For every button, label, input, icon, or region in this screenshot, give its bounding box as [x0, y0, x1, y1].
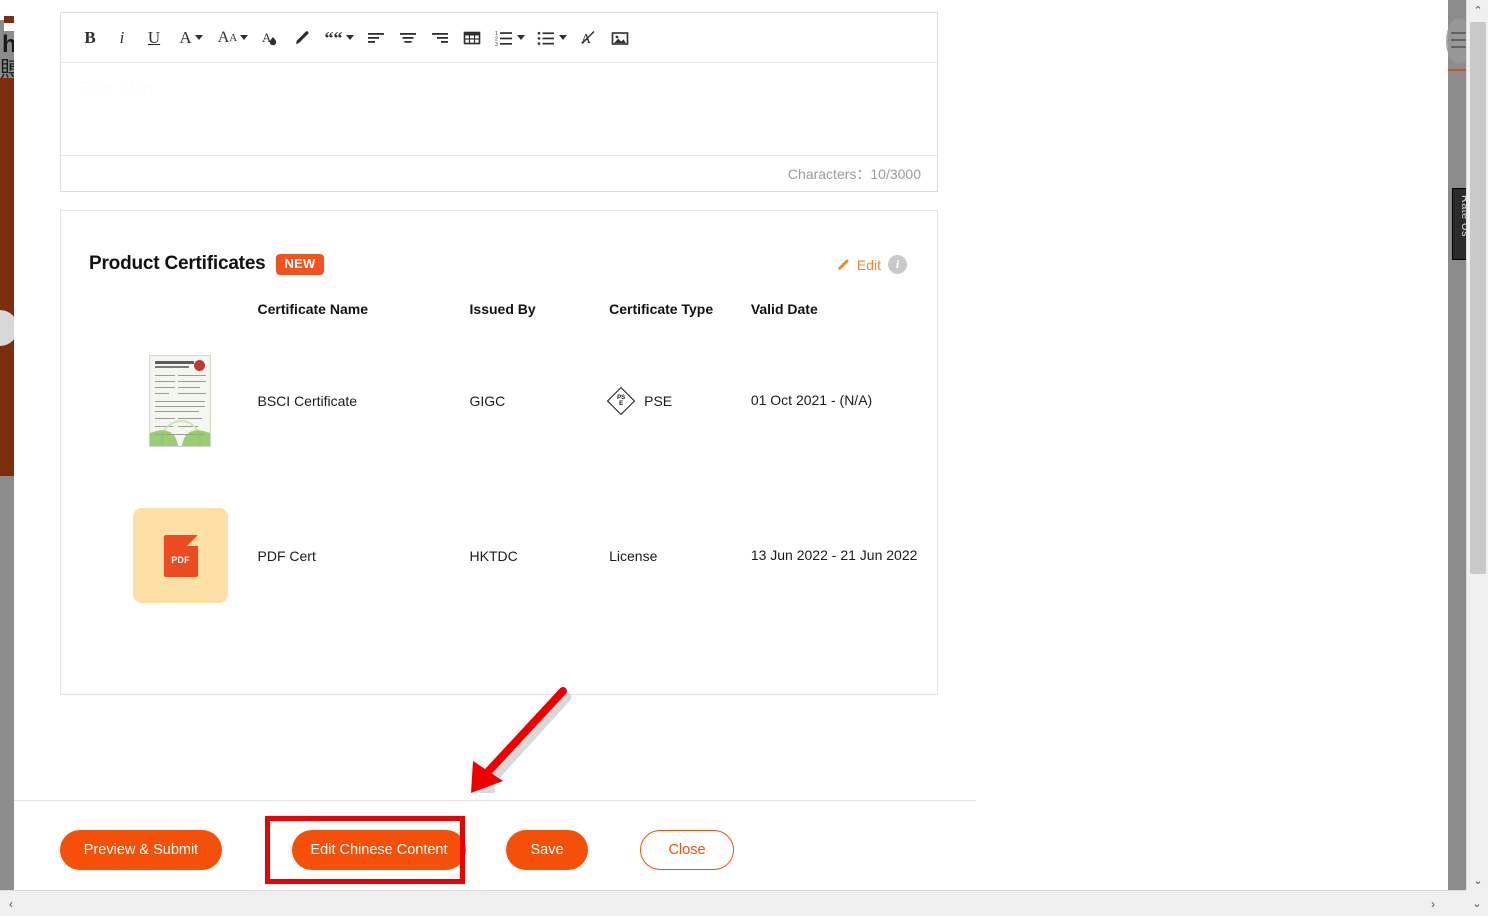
save-button[interactable]: Save — [506, 830, 588, 870]
edit-certificates-button[interactable]: Edit i — [837, 255, 907, 274]
table-row: PDF PDF Cert HKTDC License 13 Jun 2022 -… — [61, 478, 937, 633]
pdf-file-icon[interactable]: PDF — [133, 508, 228, 603]
pse-diamond-icon: PS E — [606, 386, 636, 415]
vertical-scrollbar[interactable]: ⌃ ⌄ — [1466, 0, 1488, 890]
character-counter: Characters：10/3000 — [787, 165, 921, 182]
column-header-valid-date: Valid Date — [750, 301, 818, 317]
screenshot-root: h 賻 Rate Us B i U A A A A ““ 1 2 3 Polo … — [0, 0, 1488, 916]
issued-by-cell: HKTDC — [469, 547, 518, 564]
certificate-type-label: PSE — [644, 392, 673, 409]
align-right-icon[interactable] — [425, 23, 455, 53]
valid-date-cell: 13 Jun 2022 - 21 Jun 2022 — [750, 547, 918, 563]
edit-label: Edit — [856, 256, 881, 273]
background-page-right — [975, 0, 1440, 890]
page-title: Product Certificates — [89, 253, 266, 274]
align-center-icon[interactable] — [393, 23, 423, 53]
edit-chinese-content-button[interactable]: Edit Chinese Content — [292, 830, 466, 870]
issued-by-cell: GIGC — [469, 392, 506, 409]
certificate-type-cell: License — [609, 547, 658, 564]
editor-toolbar: B i U A AA A ““ 1 2 3 — [61, 13, 937, 63]
status-badge: NEW — [275, 253, 325, 275]
info-icon[interactable]: i — [888, 255, 907, 274]
font-size-icon[interactable]: AA — [213, 23, 253, 53]
column-header-certificate-type: Certificate Type — [609, 301, 714, 317]
product-edit-modal: B i U A AA A ““ 1 2 3 Polo Shirt Charact… — [14, 0, 976, 890]
editor-footer: Characters：10/3000 — [61, 155, 937, 191]
editor-content-text: Polo Shirt — [79, 78, 153, 97]
rich-text-editor: B i U A AA A ““ 1 2 3 Polo Shirt Charact… — [60, 12, 938, 192]
align-left-icon[interactable] — [361, 23, 391, 53]
clear-formatting-icon[interactable] — [287, 23, 317, 53]
valid-date-cell: 01 Oct 2021 - (N/A) — [750, 392, 873, 408]
certificate-thumbnail-cell — [61, 323, 258, 478]
scroll-up-icon[interactable]: ⌃ — [1467, 0, 1488, 20]
vertical-scrollbar-thumb[interactable] — [1470, 22, 1486, 574]
blockquote-icon[interactable]: ““ — [319, 23, 359, 53]
scroll-left-icon[interactable]: ‹ — [0, 891, 22, 916]
svg-text:3: 3 — [495, 42, 498, 48]
remove-format-icon[interactable]: A — [573, 23, 603, 53]
unordered-list-icon[interactable] — [531, 23, 571, 53]
modal-footer: Preview & Submit Edit Chinese Content Sa… — [14, 800, 976, 890]
font-color-icon[interactable]: A — [171, 23, 211, 53]
certificate-name-cell: BSCI Certificate — [257, 392, 358, 409]
scrollbar-corner: ⌄ — [1466, 890, 1488, 916]
scroll-down-icon[interactable]: ⌄ — [1467, 870, 1488, 890]
pencil-icon — [837, 259, 849, 271]
editor-content-area[interactable]: Polo Shirt — [61, 63, 937, 155]
column-header-thumbnail — [61, 295, 258, 323]
ordered-list-icon[interactable]: 1 2 3 — [489, 23, 529, 53]
text-highlight-color-icon[interactable]: A — [255, 23, 285, 53]
close-button[interactable]: Close — [640, 830, 734, 870]
column-header-certificate-name: Certificate Name — [257, 301, 369, 317]
certificate-image-thumbnail[interactable] — [149, 354, 211, 447]
certificates-table: Certificate Name Issued By Certificate T… — [61, 295, 937, 633]
insert-table-icon[interactable] — [457, 23, 487, 53]
column-header-issued-by: Issued By — [469, 301, 536, 317]
pse-icon-bottom-text: E — [619, 400, 624, 407]
table-header-row: Certificate Name Issued By Certificate T… — [61, 295, 937, 323]
certificate-name-cell: PDF Cert — [257, 547, 316, 564]
certificate-type-cell: PS E PSE — [606, 323, 751, 478]
pdf-icon-label: PDF — [171, 554, 190, 565]
horizontal-scrollbar[interactable]: ‹ › — [0, 890, 1466, 916]
table-row: BSCI Certificate GIGC PS E PSE 01 Oct 20… — [61, 323, 937, 478]
certificate-thumbnail-cell: PDF — [61, 478, 258, 633]
certificates-header: Product Certificates NEW Edit i — [61, 211, 937, 275]
preview-submit-button[interactable]: Preview & Submit — [60, 830, 222, 870]
italic-icon[interactable]: i — [107, 23, 137, 53]
scroll-right-icon[interactable]: › — [1422, 891, 1444, 916]
insert-image-icon[interactable] — [605, 23, 635, 53]
background-divider — [1448, 69, 1466, 71]
underline-icon[interactable]: U — [139, 23, 169, 53]
bold-icon[interactable]: B — [75, 23, 105, 53]
product-certificates-card: Product Certificates NEW Edit i Certific… — [60, 210, 938, 695]
